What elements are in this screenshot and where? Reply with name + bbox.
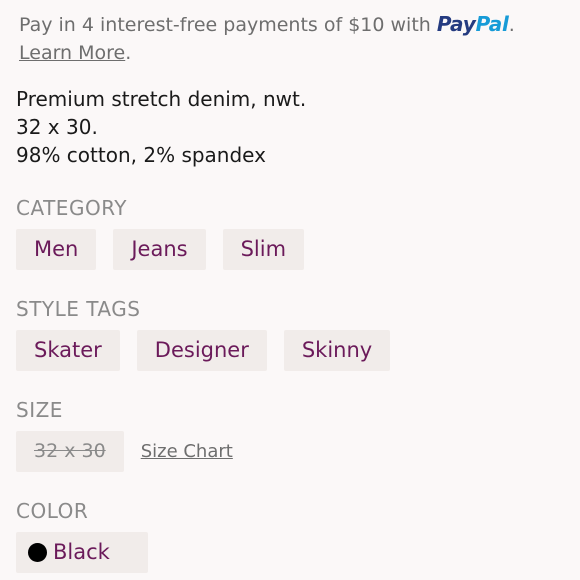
paypal-installments-notice: Pay in 4 interest-free payments of $10 w… [19,10,564,67]
style-tag-designer[interactable]: Designer [136,330,267,371]
category-tag-jeans[interactable]: Jeans [113,229,206,270]
paypal-logo-pal: Pal [475,12,509,36]
style-tag-skinny[interactable]: Skinny [283,330,391,371]
color-heading: COLOR [16,499,89,523]
listing-details: Pay in 4 interest-free payments of $10 w… [0,0,580,580]
style-tag-skater[interactable]: Skater [16,330,120,371]
size-chart-link[interactable]: Size Chart [141,441,233,462]
size-tag: 32 x 30 [16,431,124,472]
item-description: Premium stretch denim, nwt. 32 x 30. 98%… [16,85,564,169]
style-tags: Skater Designer Skinny [16,330,564,371]
paypal-logo: PayPal [437,12,509,36]
learn-more-period: . [125,42,132,64]
style-tags-heading: STYLE TAGS [16,297,141,321]
learn-more-link[interactable]: Learn More [19,42,125,64]
category-heading: CATEGORY [16,196,128,220]
category-tags: Men Jeans Slim [16,229,564,270]
color-swatch-dot [28,543,47,562]
category-tag-men[interactable]: Men [16,229,97,270]
color-name: Black [53,540,110,564]
category-tag-slim[interactable]: Slim [222,229,305,270]
paypal-logo-pay: Pay [436,12,476,36]
color-tag-black[interactable]: Black [16,532,148,573]
size-row: 32 x 30 Size Chart [16,431,564,472]
description-line-3: 98% cotton, 2% spandex [16,143,266,167]
paypal-installments-text: Pay in 4 interest-free payments of $10 w… [19,14,437,36]
paypal-period: . [508,14,515,36]
description-line-1: Premium stretch denim, nwt. [16,87,307,111]
description-line-2: 32 x 30. [16,115,98,139]
size-heading: SIZE [16,398,63,422]
color-row: Black [16,532,564,573]
